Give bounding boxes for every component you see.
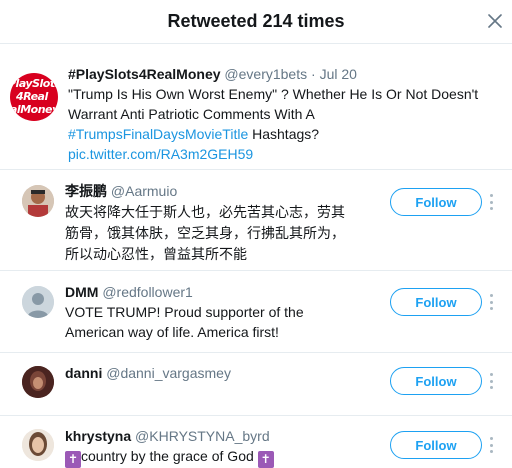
user-handle[interactable]: @Aarmuio [111, 183, 177, 199]
modal-header: Retweeted 214 times [0, 0, 512, 44]
more-options-icon[interactable] [486, 294, 496, 310]
avatar-photo-icon [22, 366, 54, 398]
tweet-date[interactable]: Jul 20 [320, 66, 357, 82]
user-name[interactable]: khrystyna [65, 428, 131, 444]
user-row[interactable]: khrystyna @KHRYSTYNA_byrd ✝ country by th… [0, 417, 512, 468]
user-handle[interactable]: @KHRYSTYNA_byrd [135, 428, 270, 444]
tweet-author-name[interactable]: #PlaySlots4RealMoney [68, 66, 221, 82]
user-bio: VOTE TRUMP! Proud supporter of the Ameri… [65, 304, 304, 340]
user-row[interactable]: DMM @redfollower1 VOTE TRUMP! Proud supp… [0, 272, 512, 353]
tweet-author-avatar[interactable]: PlaySlots 4Real alMoney [10, 73, 58, 121]
tweet-text: "Trump Is His Own Worst Enemy" ? Whether… [68, 84, 498, 164]
tweet-media-link[interactable]: pic.twitter.com/RA3m2GEH59 [68, 146, 253, 162]
user-name[interactable]: 李振鹏 [65, 183, 107, 199]
avatar-photo-icon [22, 185, 54, 217]
avatar-logo-text: PlaySlots [10, 77, 58, 90]
avatar-logo-text: alMoney [10, 103, 58, 116]
follow-button[interactable]: Follow [390, 367, 482, 395]
follow-button[interactable]: Follow [390, 431, 482, 459]
default-avatar-icon [22, 286, 54, 318]
latin-cross-icon: ✝ [65, 451, 81, 468]
tweet-body: #PlaySlots4RealMoney @every1bets · Jul 2… [68, 64, 498, 164]
follow-button[interactable]: Follow [390, 288, 482, 316]
tweet-header: #PlaySlots4RealMoney @every1bets · Jul 2… [68, 64, 498, 84]
user-bio: ✝ country by the grace of God ✝ [65, 446, 345, 468]
user-info: khrystyna @KHRYSTYNA_byrd ✝ country by th… [65, 426, 345, 468]
tweet-author-handle[interactable]: @every1bets [224, 66, 307, 82]
latin-cross-icon: ✝ [257, 451, 274, 468]
avatar-photo-icon [22, 429, 54, 461]
user-avatar[interactable] [22, 366, 54, 398]
user-name[interactable]: DMM [65, 284, 98, 300]
user-name[interactable]: danni [65, 365, 102, 381]
user-avatar[interactable] [22, 286, 54, 318]
avatar-logo-text: 4Real [16, 90, 48, 103]
user-row[interactable]: 李振鹏 @Aarmuio 故天将降大任于斯人也，必先苦其心志，劳其筋骨，饿其体肤… [0, 171, 512, 271]
user-info: DMM @redfollower1 VOTE TRUMP! Proud supp… [65, 282, 325, 342]
close-icon [488, 14, 502, 28]
user-row[interactable]: danni @danni_vargasmey Follow [0, 354, 512, 416]
original-tweet[interactable]: PlaySlots 4Real alMoney #PlaySlots4RealM… [0, 45, 512, 170]
close-button[interactable] [484, 10, 506, 32]
user-handle[interactable]: @redfollower1 [102, 284, 192, 300]
user-avatar[interactable] [22, 185, 54, 217]
modal-title: Retweeted 214 times [167, 11, 345, 31]
user-handle[interactable]: @danni_vargasmey [106, 365, 231, 381]
separator: · [311, 66, 316, 82]
tweet-hashtag-link[interactable]: #TrumpsFinalDaysMovieTitle [68, 126, 248, 142]
tweet-text-main: "Trump Is His Own Worst Enemy" ? Whether… [68, 86, 479, 122]
more-options-icon[interactable] [486, 437, 496, 453]
follow-button[interactable]: Follow [390, 188, 482, 216]
user-info: 李振鹏 @Aarmuio 故天将降大任于斯人也，必先苦其心志，劳其筋骨，饿其体肤… [65, 181, 345, 265]
more-options-icon[interactable] [486, 194, 496, 210]
user-bio: 故天将降大任于斯人也，必先苦其心志，劳其筋骨，饿其体肤，空乏其身，行拂乱其所为，… [65, 204, 345, 262]
user-bio-text: country by the grace of God [81, 448, 254, 464]
more-options-icon[interactable] [486, 373, 496, 389]
user-avatar[interactable] [22, 429, 54, 461]
tweet-text-after: Hashtags? [252, 126, 320, 142]
user-info: danni @danni_vargasmey [65, 363, 345, 383]
